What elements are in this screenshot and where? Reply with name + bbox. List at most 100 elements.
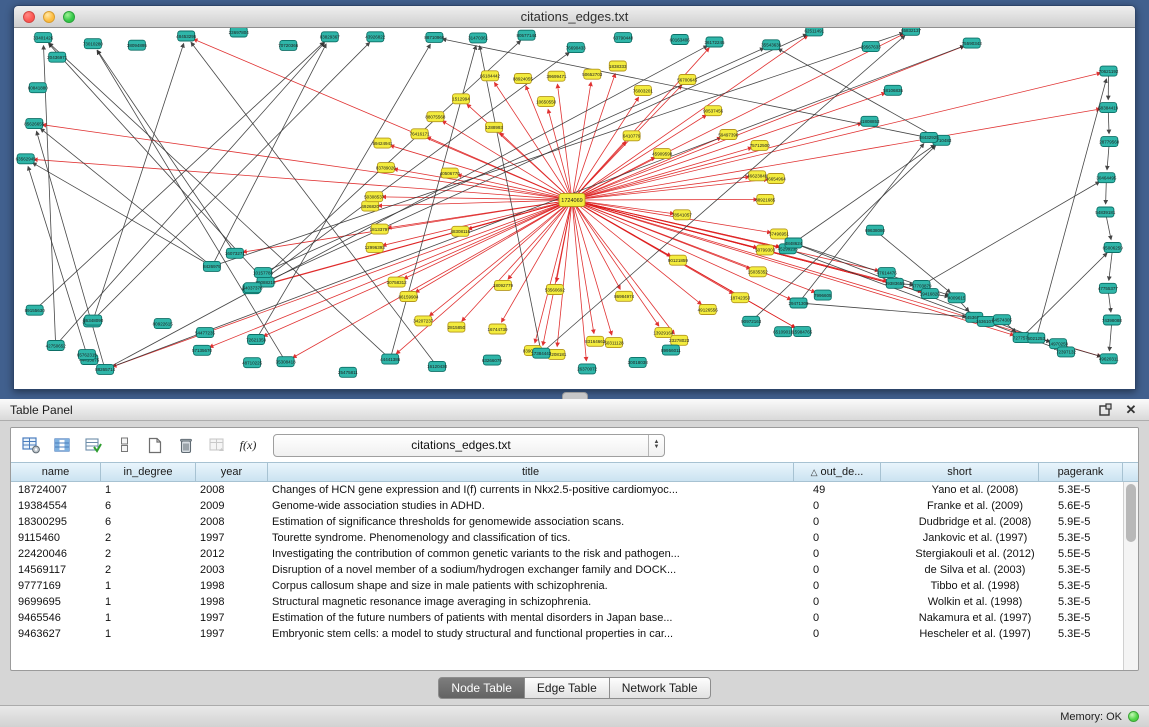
network-node[interactable]: 15035352 xyxy=(748,267,769,277)
cell-year[interactable]: 1997 xyxy=(196,626,268,642)
cell-in_degree[interactable]: 6 xyxy=(101,514,196,530)
network-node[interactable]: 7996605 xyxy=(814,290,832,300)
network-edge[interactable] xyxy=(572,123,862,200)
network-node[interactable]: 75712500 xyxy=(750,140,771,150)
network-node[interactable]: 23697804 xyxy=(229,28,250,37)
network-node[interactable]: 57135670 xyxy=(192,345,213,355)
network-view[interactable]: 1724069889216853749695150799303150353521… xyxy=(14,28,1135,389)
network-node[interactable]: 90972163 xyxy=(741,316,762,326)
cell-name[interactable]: 9777169 xyxy=(11,578,101,594)
cell-title[interactable]: Tourette syndrome. Phenomenology and cla… xyxy=(268,530,809,546)
network-node[interactable]: 1838333 xyxy=(609,61,627,71)
network-node[interactable]: 66184442 xyxy=(480,71,501,81)
cell-in_degree[interactable]: 6 xyxy=(101,498,196,514)
cell-in_degree[interactable]: 2 xyxy=(101,546,196,562)
network-node[interactable]: 35308418 xyxy=(276,357,297,367)
network-node[interactable]: 36172245 xyxy=(704,37,725,47)
cell-out_degree[interactable]: 0 xyxy=(809,498,896,514)
network-node[interactable]: 83829367 xyxy=(320,32,341,42)
cell-short[interactable]: Nakamura et al. (1997) xyxy=(896,610,1054,626)
network-node[interactable]: 86984974 xyxy=(614,291,635,301)
network-edge[interactable] xyxy=(28,166,87,354)
network-node[interactable]: 54574305 xyxy=(992,315,1013,325)
cell-short[interactable]: Dudbridge et al. (2008) xyxy=(896,514,1054,530)
cell-short[interactable]: Wolkin et al. (1998) xyxy=(896,594,1054,610)
network-edge[interactable] xyxy=(494,83,572,200)
table-selector-combobox[interactable]: citations_edges.txt ▲▼ xyxy=(273,434,665,457)
network-node[interactable]: 56700645 xyxy=(677,75,698,85)
network-node[interactable]: 4926820 xyxy=(361,201,379,211)
network-node[interactable]: 49126556 xyxy=(698,305,719,315)
network-node[interactable]: 48432925 xyxy=(919,132,940,142)
network-edge[interactable] xyxy=(191,42,437,366)
cell-year[interactable]: 1997 xyxy=(196,610,268,626)
network-node[interactable]: 1512994 xyxy=(452,94,470,104)
network-node[interactable]: 12996393 xyxy=(365,242,386,252)
table-row[interactable]: 969969511998Structural magnetic resonanc… xyxy=(11,594,1138,610)
network-node[interactable]: 63266079 xyxy=(482,355,503,365)
network-edge[interactable] xyxy=(253,34,807,287)
column-header-pagerank[interactable]: pagerank xyxy=(1039,462,1123,482)
cell-short[interactable]: Jankovic et al. (1997) xyxy=(896,530,1054,546)
network-node[interactable]: 45909598 xyxy=(652,149,673,159)
network-node[interactable]: 16073271 xyxy=(225,248,246,258)
cell-short[interactable]: Hescheler et al. (1997) xyxy=(896,626,1054,642)
network-node[interactable]: 18742353 xyxy=(730,293,751,303)
network-edge[interactable] xyxy=(212,44,326,266)
cell-title[interactable]: Estimation of significance thresholds fo… xyxy=(268,514,809,530)
network-node[interactable]: 50308537 xyxy=(364,192,385,202)
table-row[interactable]: 1872400712008Changes of HCN gene express… xyxy=(11,482,1138,498)
column-header-name[interactable]: name xyxy=(11,462,101,482)
network-node[interactable]: 72397132 xyxy=(1056,347,1077,357)
cell-in_degree[interactable]: 1 xyxy=(101,626,196,642)
network-node[interactable]: 15984765 xyxy=(792,327,813,337)
cell-in_degree[interactable]: 2 xyxy=(101,562,196,578)
cell-in_degree[interactable]: 1 xyxy=(101,610,196,626)
cell-name[interactable]: 9465546 xyxy=(11,610,101,626)
network-node[interactable]: 4848624 xyxy=(785,238,803,248)
network-node[interactable]: 54839181 xyxy=(1095,207,1116,217)
cell-year[interactable]: 1998 xyxy=(196,594,268,610)
network-node[interactable]: 28779560 xyxy=(1099,137,1120,147)
table-row[interactable]: 977716911998Corpus callosum shape and si… xyxy=(11,578,1138,594)
network-edge[interactable] xyxy=(252,52,570,288)
cell-year[interactable]: 1997 xyxy=(196,530,268,546)
cell-out_degree[interactable]: 0 xyxy=(809,562,896,578)
network-edge[interactable] xyxy=(572,115,706,200)
network-node[interactable]: 53560692 xyxy=(545,285,566,295)
network-edge[interactable] xyxy=(798,303,966,317)
cell-year[interactable]: 2003 xyxy=(196,562,268,578)
cell-out_degree[interactable]: 0 xyxy=(809,578,896,594)
network-node[interactable]: 62511491 xyxy=(804,28,824,36)
delete-table-icon[interactable] xyxy=(174,433,198,457)
table-settings-icon[interactable] xyxy=(19,433,43,457)
cell-title[interactable]: Investigating the contribution of common… xyxy=(268,546,809,562)
network-edge[interactable] xyxy=(572,93,885,200)
network-node[interactable]: 65006259 xyxy=(1103,243,1124,253)
network-edge[interactable] xyxy=(293,200,572,358)
network-edge[interactable] xyxy=(212,33,903,267)
network-node[interactable]: 50799303 xyxy=(755,245,776,255)
cell-short[interactable]: Yano et al. (2008) xyxy=(896,482,1054,498)
network-node[interactable]: 88710966 xyxy=(424,32,445,42)
network-edge[interactable] xyxy=(535,200,572,343)
network-edge[interactable] xyxy=(798,144,923,303)
network-edge[interactable] xyxy=(1022,253,1107,337)
network-node[interactable]: 25475811 xyxy=(338,367,358,377)
table-row[interactable]: 1456911722003Disruption of a novel membe… xyxy=(11,562,1138,578)
network-edge[interactable] xyxy=(37,131,106,369)
cell-title[interactable]: Disruption of a novel member of a sodium… xyxy=(268,562,809,578)
table-row[interactable]: 1830029562008Estimation of significance … xyxy=(11,514,1138,530)
network-node[interactable]: 88265714 xyxy=(95,364,116,374)
table-row[interactable]: 946362711997Embryonic stem cells: a mode… xyxy=(11,626,1138,642)
network-node[interactable]: 46623849 xyxy=(747,171,768,181)
network-edge[interactable] xyxy=(458,175,572,200)
close-panel-icon[interactable]: ✕ xyxy=(1123,402,1139,418)
window-titlebar[interactable]: citations_edges.txt xyxy=(14,6,1135,28)
network-node[interactable]: 75590343 xyxy=(962,38,983,48)
network-edge[interactable] xyxy=(56,43,325,346)
network-node[interactable]: 10650550 xyxy=(536,97,557,107)
network-edge[interactable] xyxy=(778,49,941,141)
network-edge[interactable] xyxy=(548,109,572,200)
cell-year[interactable]: 2008 xyxy=(196,514,268,530)
